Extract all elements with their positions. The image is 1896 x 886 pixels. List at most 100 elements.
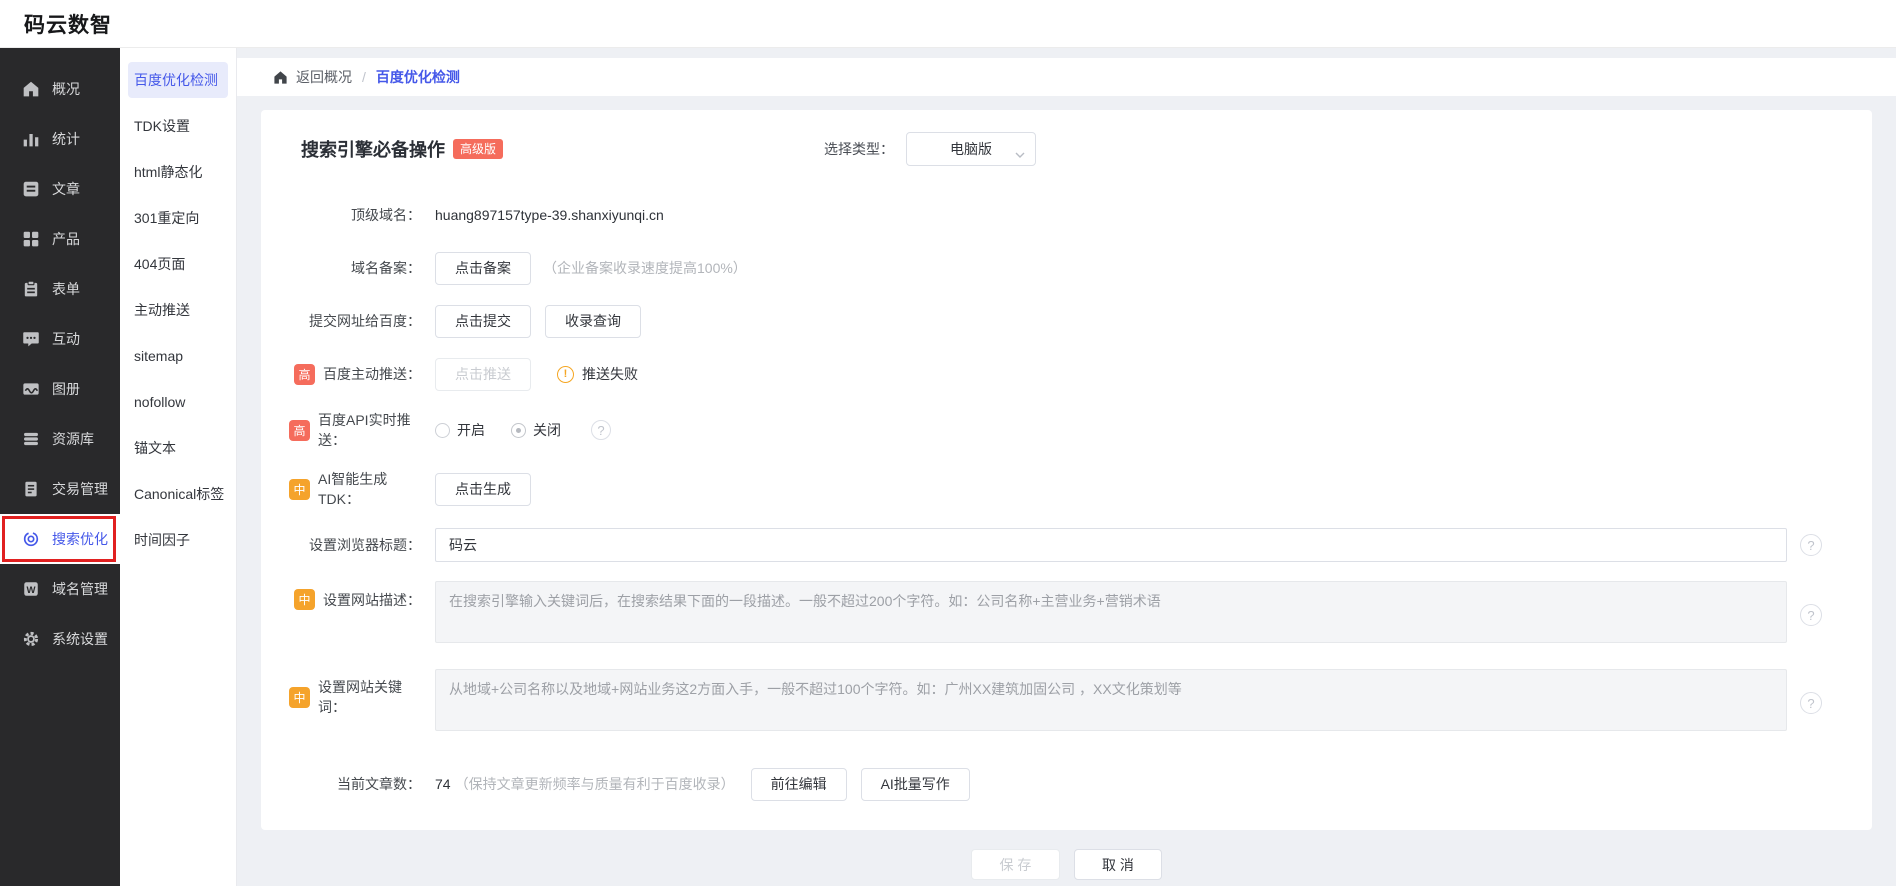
type-select-value: 电脑版 bbox=[950, 139, 992, 159]
row-browser-title: 设置浏览器标题： ? bbox=[289, 528, 1844, 562]
type-select[interactable]: 电脑版 bbox=[906, 132, 1036, 166]
form-icon bbox=[22, 280, 40, 298]
browser-title-label: 设置浏览器标题： bbox=[289, 535, 421, 555]
seo-target-icon bbox=[22, 530, 40, 548]
sidebar-item-articles[interactable]: 文章 bbox=[0, 164, 120, 214]
help-icon[interactable]: ? bbox=[591, 420, 611, 440]
beian-label: 域名备案： bbox=[289, 258, 421, 278]
sidebar-item-settings[interactable]: 系统设置 bbox=[0, 614, 120, 664]
submenu-item-baidu-check[interactable]: 百度优化检测 bbox=[128, 62, 228, 98]
cancel-button[interactable]: 取 消 bbox=[1074, 849, 1162, 880]
breadcrumb-current: 百度优化检测 bbox=[376, 67, 460, 87]
site-description-textarea[interactable] bbox=[435, 581, 1787, 643]
row-active-push: 高 百度主动推送： 点击推送 ! 推送失败 bbox=[289, 357, 1844, 391]
row-article-count: 当前文章数： 74 （保持文章更新频率与质量有利于百度收录） 前往编辑 AI批量… bbox=[289, 767, 1844, 801]
seo-panel: 搜索引擎必备操作 高级版 选择类型： 电脑版 顶级域名： bbox=[261, 110, 1872, 830]
breadcrumb-back-link[interactable]: 返回概况 bbox=[296, 67, 352, 87]
sidebar-item-label: 系统设置 bbox=[52, 629, 108, 649]
submenu-item-sitemap[interactable]: sitemap bbox=[128, 338, 228, 374]
push-button-disabled[interactable]: 点击推送 bbox=[435, 358, 531, 391]
sidebar-item-interaction[interactable]: 互动 bbox=[0, 314, 120, 364]
help-icon[interactable]: ? bbox=[1800, 534, 1822, 556]
product-icon bbox=[22, 230, 40, 248]
submenu-item-tdk[interactable]: TDK设置 bbox=[128, 108, 228, 144]
sidebar-item-label: 产品 bbox=[52, 229, 80, 249]
svg-text:W: W bbox=[26, 585, 35, 596]
top-header: 码云数智 bbox=[0, 0, 1896, 48]
row-beian: 域名备案： 点击备案 （企业备案收录速度提高100%） bbox=[289, 251, 1844, 285]
stats-icon bbox=[22, 130, 40, 148]
breadcrumb: 返回概况 / 百度优化检测 bbox=[237, 58, 1896, 96]
primary-sidebar: 概况 统计 文章 产品 表单 bbox=[0, 48, 120, 886]
submenu-item-time-factor[interactable]: 时间因子 bbox=[128, 522, 228, 558]
beian-button[interactable]: 点击备案 bbox=[435, 252, 531, 285]
sidebar-item-label: 互动 bbox=[52, 329, 80, 349]
row-site-description: 中 设置网站描述： ? bbox=[289, 581, 1844, 643]
app-logo: 码云数智 bbox=[24, 9, 112, 39]
radio-on[interactable]: 开启 bbox=[435, 420, 485, 440]
sidebar-item-label: 概况 bbox=[52, 79, 80, 99]
sidebar-item-gallery[interactable]: 图册 bbox=[0, 364, 120, 414]
row-submit-url: 提交网址给百度： 点击提交 收录查询 bbox=[289, 304, 1844, 338]
row-ai-tdk: 中 AI智能生成TDK： 点击生成 bbox=[289, 469, 1844, 509]
sidebar-item-label: 资源库 bbox=[52, 429, 94, 449]
submit-url-button[interactable]: 点击提交 bbox=[435, 305, 531, 338]
generate-tdk-button[interactable]: 点击生成 bbox=[435, 473, 531, 506]
submenu-item-anchor[interactable]: 锚文本 bbox=[128, 430, 228, 466]
sidebar-item-label: 表单 bbox=[52, 279, 80, 299]
top-domain-value: huang897157type-39.shanxiyunqi.cn bbox=[435, 207, 664, 223]
breadcrumb-separator: / bbox=[362, 69, 366, 85]
row-site-keywords: 中 设置网站关键词： ? bbox=[289, 669, 1844, 731]
site-description-label: 设置网站描述： bbox=[323, 590, 421, 610]
gallery-icon bbox=[22, 380, 40, 398]
radio-circle-icon bbox=[511, 423, 526, 438]
ai-batch-write-button[interactable]: AI批量写作 bbox=[861, 768, 970, 801]
submenu-item-html-static[interactable]: html静态化 bbox=[128, 154, 228, 190]
row-api-push: 高 百度API实时推送： 开启 关闭 bbox=[289, 410, 1844, 450]
sidebar-item-seo[interactable]: 搜索优化 bbox=[0, 514, 120, 564]
push-status-text: 推送失败 bbox=[582, 364, 638, 384]
version-badge: 高级版 bbox=[453, 139, 503, 159]
priority-high-badge: 高 bbox=[289, 420, 310, 441]
go-edit-button[interactable]: 前往编辑 bbox=[751, 768, 847, 801]
submenu-item-canonical[interactable]: Canonical标签 bbox=[128, 476, 228, 512]
radio-circle-icon bbox=[435, 423, 450, 438]
submenu-item-404[interactable]: 404页面 bbox=[128, 246, 228, 282]
help-icon[interactable]: ? bbox=[1800, 692, 1822, 714]
sidebar-item-forms[interactable]: 表单 bbox=[0, 264, 120, 314]
help-icon[interactable]: ? bbox=[1800, 604, 1822, 626]
sidebar-item-label: 文章 bbox=[52, 179, 80, 199]
article-count-label: 当前文章数： bbox=[289, 774, 421, 794]
article-icon bbox=[22, 180, 40, 198]
sidebar-item-products[interactable]: 产品 bbox=[0, 214, 120, 264]
submenu-item-301[interactable]: 301重定向 bbox=[128, 200, 228, 236]
save-button[interactable]: 保 存 bbox=[971, 849, 1060, 880]
submenu-item-active-push[interactable]: 主动推送 bbox=[128, 292, 228, 328]
order-file-icon bbox=[22, 480, 40, 498]
chat-bubble-icon bbox=[22, 330, 40, 348]
beian-hint: （企业备案收录速度提高100%） bbox=[543, 258, 747, 278]
push-status: ! 推送失败 bbox=[557, 364, 638, 384]
sidebar-item-label: 统计 bbox=[52, 129, 80, 149]
site-keywords-label: 设置网站关键词： bbox=[318, 677, 421, 717]
sidebar-item-stats[interactable]: 统计 bbox=[0, 114, 120, 164]
index-query-button[interactable]: 收录查询 bbox=[545, 305, 641, 338]
sidebar-item-trade[interactable]: 交易管理 bbox=[0, 464, 120, 514]
sidebar-item-overview[interactable]: 概况 bbox=[0, 64, 120, 114]
sidebar-item-label: 搜索优化 bbox=[52, 529, 108, 549]
home-icon bbox=[22, 80, 40, 98]
domain-w-icon: W bbox=[22, 580, 40, 598]
submenu-item-nofollow[interactable]: nofollow bbox=[128, 384, 228, 420]
database-icon bbox=[22, 430, 40, 448]
gear-icon bbox=[22, 630, 40, 648]
browser-title-input[interactable] bbox=[435, 528, 1787, 562]
sidebar-item-resources[interactable]: 资源库 bbox=[0, 414, 120, 464]
radio-off[interactable]: 关闭 bbox=[511, 420, 561, 440]
site-keywords-textarea[interactable] bbox=[435, 669, 1787, 731]
breadcrumb-home-icon[interactable] bbox=[273, 70, 288, 85]
sidebar-item-domains[interactable]: W 域名管理 bbox=[0, 564, 120, 614]
article-count-hint: （保持文章更新频率与质量有利于百度收录） bbox=[455, 774, 735, 794]
article-count-value: 74 bbox=[435, 776, 451, 792]
active-push-label: 百度主动推送： bbox=[323, 364, 421, 384]
panel-header: 搜索引擎必备操作 高级版 选择类型： 电脑版 bbox=[289, 110, 1844, 170]
